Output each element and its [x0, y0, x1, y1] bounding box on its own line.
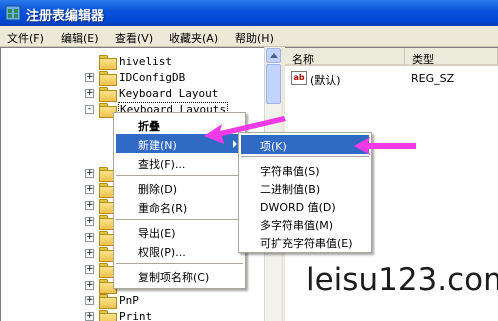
menu-bar: 文件(F) 编辑(E) 查看(V) 收藏夹(A) 帮助(H) [0, 26, 498, 47]
menu-edit[interactable]: 编辑(E) [61, 30, 99, 46]
tree-item-label: IDConfigDB [119, 71, 186, 84]
expand-icon[interactable]: + [85, 217, 94, 226]
column-header-name[interactable]: 名称 [285, 48, 405, 66]
expand-icon[interactable]: + [85, 249, 94, 258]
menu-separator [116, 263, 243, 264]
window-title: 注册表编辑器 [26, 9, 105, 24]
menu-separator [116, 219, 243, 220]
expand-icon[interactable]: + [85, 296, 94, 305]
ab-string-icon: ab [291, 71, 307, 85]
menu-item-delete[interactable]: 删除(D) [116, 178, 243, 197]
value-name: (默认) [310, 74, 341, 87]
expand-icon[interactable]: + [85, 233, 94, 242]
annotation-arrow-icon [354, 137, 416, 155]
folder-icon [99, 294, 117, 309]
expand-icon[interactable]: + [85, 89, 94, 98]
tree-item-label: Keyboard Layout [119, 87, 219, 100]
menu-item-rename[interactable]: 重命名(R) [116, 197, 243, 216]
folder-icon [99, 55, 117, 70]
folder-icon [99, 87, 117, 102]
expand-icon[interactable]: + [85, 281, 94, 290]
expand-icon[interactable]: + [85, 312, 94, 321]
list-item[interactable]: ab (默认) REG_SZ [285, 71, 498, 87]
menu-file[interactable]: 文件(F) [7, 30, 44, 46]
menu-item-string-value[interactable]: 字符串值(S) [241, 160, 369, 179]
expand-icon[interactable]: + [85, 169, 94, 178]
regedit-icon [5, 5, 21, 21]
value-type: REG_SZ [411, 72, 455, 85]
watermark: leisu123.com [306, 262, 498, 298]
menu-item-export[interactable]: 导出(E) [116, 222, 243, 241]
menu-separator [116, 175, 243, 176]
menu-help[interactable]: 帮助(H) [235, 30, 274, 46]
menu-item-multi-string-value[interactable]: 多字符串值(M) [241, 214, 369, 233]
tree-item-label: hivelist [119, 55, 172, 68]
column-header-type[interactable]: 类型 [405, 48, 498, 66]
menu-favorites[interactable]: 收藏夹(A) [169, 30, 218, 46]
menu-item-permissions[interactable]: 权限(P)... [116, 241, 243, 260]
menu-separator [241, 156, 369, 157]
menu-item-copy-key-name[interactable]: 复制项名称(C) [116, 266, 243, 285]
expand-icon[interactable]: + [85, 185, 94, 194]
title-bar[interactable]: 注册表编辑器 [0, 0, 498, 26]
expand-icon[interactable]: + [85, 201, 94, 210]
expand-icon[interactable]: + [85, 73, 94, 82]
scroll-up-icon[interactable] [266, 48, 281, 63]
menu-item-find[interactable]: 查找(F)... [116, 153, 243, 172]
menu-item-dword-value[interactable]: DWORD 值(D) [241, 196, 369, 215]
menu-item-expandable-string-value[interactable]: 可扩充字符串值(E) [241, 232, 369, 251]
annotation-arrow-icon [204, 116, 286, 144]
menu-view[interactable]: 查看(V) [115, 30, 153, 46]
menu-item-new-label: 新建(N) [138, 139, 177, 152]
collapse-icon[interactable]: - [85, 105, 94, 114]
menu-item-binary-value[interactable]: 二进制值(B) [241, 178, 369, 197]
tree-item-label: PnP [119, 294, 139, 307]
expand-icon[interactable]: + [85, 265, 94, 274]
folder-icon [99, 71, 117, 86]
tree-item-label: Print [119, 310, 153, 321]
folder-icon [99, 310, 117, 321]
scroll-thumb[interactable] [266, 64, 281, 104]
